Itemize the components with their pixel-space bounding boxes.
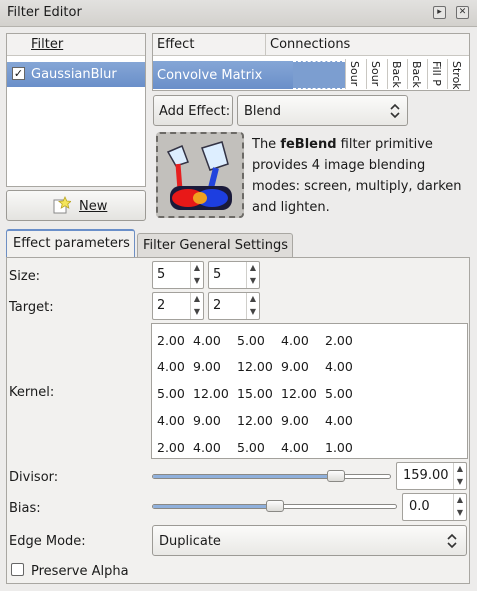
star-icon — [53, 196, 73, 214]
tab-effect-parameters[interactable]: Effect parameters — [6, 229, 135, 258]
edge-mode-value: Duplicate — [159, 534, 221, 549]
title-bar: Filter Editor ▸ ✕ — [0, 0, 477, 27]
restore-icon[interactable]: ▸ — [433, 6, 446, 19]
edge-mode-label: Edge Mode: — [9, 534, 86, 549]
filter-name: GaussianBlur — [31, 67, 117, 82]
target-label: Target: — [9, 300, 54, 315]
kernel-cell[interactable]: 4.00 — [193, 440, 221, 455]
kernel-cell[interactable]: 4.00 — [325, 413, 353, 428]
kernel-cell[interactable]: 2.00 — [157, 440, 185, 455]
kernel-cell[interactable]: 12.00 — [237, 359, 273, 374]
add-effect-label: Add Effect: — [159, 104, 231, 119]
kernel-cell[interactable]: 9.00 — [281, 359, 309, 374]
check-icon[interactable]: ✓ — [12, 67, 25, 80]
input-header[interactable]: Fill P — [427, 59, 442, 89]
input-header[interactable]: Sour — [345, 59, 360, 89]
filter-list-header: Filter — [7, 34, 145, 56]
arrow-icon[interactable]: ▲ ▼ — [453, 494, 466, 520]
arrow-icon[interactable]: ▲ ▼ — [246, 293, 259, 319]
size-label: Size: — [9, 269, 41, 284]
kernel-cell[interactable]: 2.00 — [325, 333, 353, 348]
arrow-icon[interactable]: ▲ ▼ — [190, 293, 203, 319]
header-divider — [265, 34, 266, 56]
kernel-cell[interactable]: 4.00 — [157, 359, 185, 374]
size-y-spinbox[interactable]: 5 ▲ ▼ — [208, 261, 260, 289]
effect-list[interactable]: Effect Connections Convolve Matrix Sour … — [152, 33, 470, 91]
kernel-cell[interactable]: 12.00 — [281, 386, 317, 401]
bias-spinbox[interactable]: 0.0 ▲ ▼ — [402, 493, 467, 521]
kernel-cell[interactable]: 9.00 — [193, 413, 221, 428]
new-button-label: New — [79, 199, 108, 214]
divisor-label: Divisor: — [9, 470, 59, 485]
kernel-cell[interactable]: 4.00 — [281, 333, 309, 348]
edge-mode-combo[interactable]: Duplicate — [152, 525, 467, 556]
bias-slider-fill — [153, 505, 275, 508]
effect-column-header[interactable]: Effect — [157, 37, 194, 52]
tab-filter-general-settings[interactable]: Filter General Settings — [137, 233, 293, 257]
input-headers: Sour Sour Back Back Fill P Strok — [345, 59, 469, 90]
kernel-cell[interactable]: 4.00 — [325, 359, 353, 374]
kernel-cell[interactable]: 5.00 — [325, 386, 353, 401]
connections-column-header[interactable]: Connections — [270, 37, 350, 52]
kernel-label: Kernel: — [9, 385, 55, 400]
add-effect-button[interactable]: Add Effect: — [153, 95, 233, 126]
effect-description: The feBlend filter primitive provides 4 … — [252, 134, 467, 218]
kernel-cell[interactable]: 12.00 — [237, 413, 273, 428]
feblend-paint-icon — [156, 132, 244, 218]
preserve-alpha-checkbox[interactable] — [11, 563, 24, 576]
divisor-slider-fill — [153, 475, 336, 478]
kernel-cell[interactable]: 9.00 — [193, 359, 221, 374]
input-header[interactable]: Back — [407, 59, 422, 89]
kernel-cell[interactable]: 9.00 — [281, 413, 309, 428]
effect-type-value: Blend — [244, 104, 282, 119]
filter-row[interactable]: ✓ GaussianBlur — [7, 62, 145, 87]
filter-column-header[interactable]: Filter — [31, 37, 63, 52]
kernel-cell[interactable]: 4.00 — [157, 413, 185, 428]
updown-chevron-icon — [388, 102, 402, 120]
effect-name: Convolve Matrix — [157, 68, 263, 83]
input-header[interactable]: Back — [387, 59, 402, 89]
kernel-cell[interactable]: 4.00 — [281, 440, 309, 455]
kernel-cell[interactable]: 1.00 — [325, 440, 353, 455]
input-header[interactable]: Strok — [447, 59, 462, 89]
connection-line — [293, 61, 345, 89]
close-icon[interactable]: ✕ — [456, 6, 469, 19]
window-title: Filter Editor — [7, 5, 82, 20]
new-filter-button[interactable]: New — [6, 190, 146, 221]
kernel-cell[interactable]: 5.00 — [237, 333, 265, 348]
kernel-cell[interactable]: 2.00 — [157, 333, 185, 348]
arrow-icon[interactable]: ▲ ▼ — [453, 463, 466, 489]
description-prefix: The — [252, 137, 281, 152]
size-x-spinbox[interactable]: 5 ▲ ▼ — [152, 261, 204, 289]
input-header[interactable]: Sour — [366, 59, 381, 89]
bias-slider-handle[interactable] — [265, 500, 284, 512]
kernel-cell[interactable]: 5.00 — [157, 386, 185, 401]
effect-list-header: Effect Connections — [153, 34, 469, 56]
description-primitive-name: feBlend — [280, 137, 337, 152]
effect-row[interactable]: Convolve Matrix — [153, 61, 293, 89]
divisor-spinbox[interactable]: 159.00 ▲ ▼ — [396, 462, 467, 490]
kernel-matrix[interactable]: 2.00 4.00 5.00 4.00 2.00 4.00 9.00 12.00 9.00 4.0… — [151, 323, 468, 459]
target-y-spinbox[interactable]: 2 ▲ ▼ — [208, 292, 260, 320]
kernel-cell[interactable]: 4.00 — [193, 333, 221, 348]
kernel-cell[interactable]: 12.00 — [193, 386, 229, 401]
preserve-alpha-label[interactable]: Preserve Alpha — [31, 564, 129, 579]
kernel-cell[interactable]: 5.00 — [237, 440, 265, 455]
arrow-icon[interactable]: ▲ ▼ — [246, 262, 259, 288]
divisor-slider-handle[interactable] — [327, 470, 346, 482]
divisor-slider[interactable] — [152, 474, 391, 479]
effect-type-combo[interactable]: Blend — [237, 95, 408, 126]
updown-chevron-icon — [445, 532, 459, 550]
filter-list[interactable]: Filter ✓ GaussianBlur — [6, 33, 146, 187]
arrow-icon[interactable]: ▲ ▼ — [190, 262, 203, 288]
kernel-cell[interactable]: 15.00 — [237, 386, 273, 401]
target-x-spinbox[interactable]: 2 ▲ ▼ — [152, 292, 204, 320]
bias-label: Bias: — [9, 501, 41, 516]
